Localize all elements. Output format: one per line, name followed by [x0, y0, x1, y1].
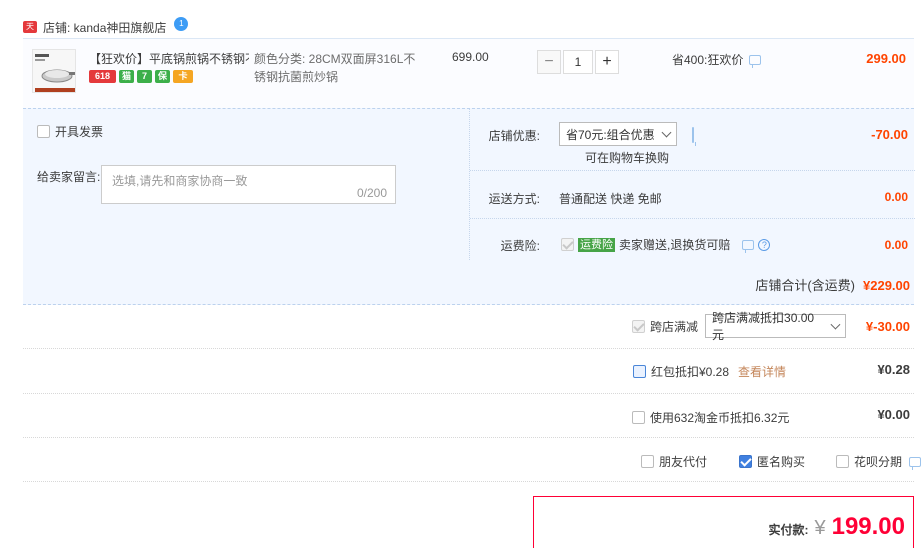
shipping-method: 普通配送 快递 免邮	[559, 192, 662, 206]
insurance-label: 运费险:	[500, 239, 540, 253]
memo-textarea[interactable]: 选填,请先和商家协商一致 0/200	[101, 165, 396, 204]
insurance-checkbox	[561, 238, 574, 251]
insurance-tag: 运费险	[578, 237, 615, 252]
cross-shop-select[interactable]: 跨店满减抵扣30.00元	[705, 311, 847, 342]
taojinbi-label: 使用632淘金币抵扣6.32元	[650, 411, 790, 425]
huabei-option[interactable]: 花呗分期	[836, 453, 922, 470]
friend-pay-option[interactable]: 朋友代付	[641, 453, 707, 470]
payment-amount: 199.00	[831, 513, 905, 540]
product-badges: 618 猫 7 保 卡	[89, 70, 193, 83]
message-icon[interactable]	[909, 456, 922, 470]
taojinbi-amount: ¥0.00	[877, 407, 910, 422]
cross-shop-amount: ¥-30.00	[865, 319, 910, 334]
invoice-option[interactable]: 开具发票	[37, 123, 103, 140]
payment-total: 实付款: ¥ 199.00	[768, 513, 905, 541]
friend-pay-label: 朋友代付	[659, 455, 708, 469]
order-options-panel: 开具发票 给卖家留言: 选填,请先和商家协商一致 0/200 店铺优惠: 省70…	[23, 108, 915, 262]
quantity-plus-button[interactable]: +	[595, 50, 619, 74]
divider	[23, 481, 914, 482]
huabei-checkbox[interactable]	[836, 455, 849, 468]
payment-summary: 实付款: ¥ 199.00	[533, 496, 914, 548]
seven-day-return-icon: 7	[137, 70, 152, 83]
insurance-amount: 0.00	[884, 238, 908, 252]
memo-label: 给卖家留言:	[37, 170, 101, 184]
quantity-minus-button[interactable]: −	[537, 50, 561, 74]
promo-text: 省400:狂欢价	[672, 53, 744, 67]
shipping-label: 运送方式:	[488, 192, 540, 206]
friend-pay-checkbox[interactable]	[641, 455, 654, 468]
red-packet-amount: ¥0.28	[877, 362, 910, 377]
shop-total: 店铺合计(含运费) ¥229.00	[755, 275, 910, 294]
shop-total-amount: ¥229.00	[863, 278, 910, 293]
divider	[23, 348, 914, 349]
chevron-down-icon	[661, 127, 672, 137]
unit-price: 699.00	[452, 50, 489, 64]
quantity-stepper: − +	[537, 50, 619, 74]
promo-note: 省400:狂欢价	[672, 51, 762, 68]
memo-char-count: 0/200	[356, 186, 387, 200]
divider	[23, 437, 914, 438]
card-icon: 卡	[173, 70, 193, 83]
tmall-icon: 天猫	[23, 21, 37, 43]
cross-shop-value: 跨店满减抵扣30.00元	[712, 311, 815, 342]
618-badge-icon: 618	[89, 70, 116, 83]
product-thumbnail[interactable]	[32, 49, 76, 93]
chat-icon[interactable]: 1	[174, 17, 189, 31]
cross-shop-discount: 跨店满减 跨店满减抵扣30.00元	[632, 311, 847, 342]
message-icon[interactable]	[749, 54, 762, 68]
guarantee-icon: 保	[155, 70, 170, 83]
invoice-checkbox[interactable]	[37, 125, 50, 138]
invoice-label: 开具发票	[55, 125, 104, 139]
shop-header: 天猫 店铺: kanda神田旗舰店 1	[23, 16, 189, 43]
message-icon[interactable]	[692, 127, 694, 143]
shop-total-label: 店铺合计(含运费)	[755, 278, 855, 293]
shop-discount-select[interactable]: 省70元:组合优惠	[559, 122, 677, 146]
shop-total-row: 店铺合计(含运费) ¥229.00	[23, 261, 914, 305]
red-packet-checkbox[interactable]	[633, 365, 646, 378]
message-icon[interactable]	[742, 239, 755, 253]
insurance-text: 卖家赠送,退换货可赔	[619, 238, 731, 252]
anonymous-checkbox[interactable]	[739, 455, 752, 468]
anonymous-option[interactable]: 匿名购买	[739, 453, 805, 470]
huabei-label: 花呗分期	[854, 455, 903, 469]
cross-shop-label: 跨店满减	[650, 319, 699, 334]
shop-discount-value: 省70元:组合优惠	[566, 127, 655, 142]
item-subtotal: 299.00	[866, 51, 906, 66]
help-icon[interactable]: ?	[758, 238, 771, 251]
shop-discount-amount: -70.00	[871, 127, 908, 142]
taojinbi-checkbox[interactable]	[632, 411, 645, 424]
shop-name-link[interactable]: 店铺: kanda神田旗舰店	[43, 19, 166, 36]
currency-symbol: ¥	[814, 517, 826, 539]
sku-info: 颜色分类: 28CM双面屏316L不锈钢抗菌煎炒锅	[254, 52, 416, 84]
shop-discount-hint: 可在购物车换购	[585, 151, 670, 165]
chevron-down-icon	[830, 319, 841, 329]
red-packet-option[interactable]: 红包抵扣¥0.28 查看详情	[633, 363, 786, 380]
pan-image-icon	[35, 54, 75, 92]
order-item-row: 【狂欢价】平底锅煎锅不锈钢不... 618 猫 7 保 卡 颜色分类: 28CM…	[23, 38, 914, 108]
taojinbi-option[interactable]: 使用632淘金币抵扣6.32元	[632, 409, 789, 426]
product-title-link[interactable]: 【狂欢价】平底锅煎锅不锈钢不...	[89, 50, 249, 67]
anonymous-label: 匿名购买	[757, 455, 806, 469]
red-packet-label: 红包抵扣¥0.28	[651, 365, 730, 379]
memo-placeholder: 选填,请先和商家协商一致	[112, 174, 248, 188]
shipping-amount: 0.00	[884, 190, 908, 204]
cross-shop-checkbox	[632, 319, 645, 333]
payment-label: 实付款:	[768, 523, 809, 537]
quantity-input[interactable]	[563, 50, 593, 74]
divider	[23, 393, 914, 394]
shop-discount-label: 店铺优惠:	[488, 129, 540, 143]
insurance-info: 运费险 卖家赠送,退换货可赔 ?	[561, 236, 771, 253]
order-fees-panel: 店铺优惠: 省70元:组合优惠 可在购物车换购 -70.00 运送方式: 普通配…	[469, 109, 915, 262]
red-packet-details-link[interactable]: 查看详情	[738, 363, 786, 380]
tmall-badge-icon: 猫	[119, 70, 134, 83]
